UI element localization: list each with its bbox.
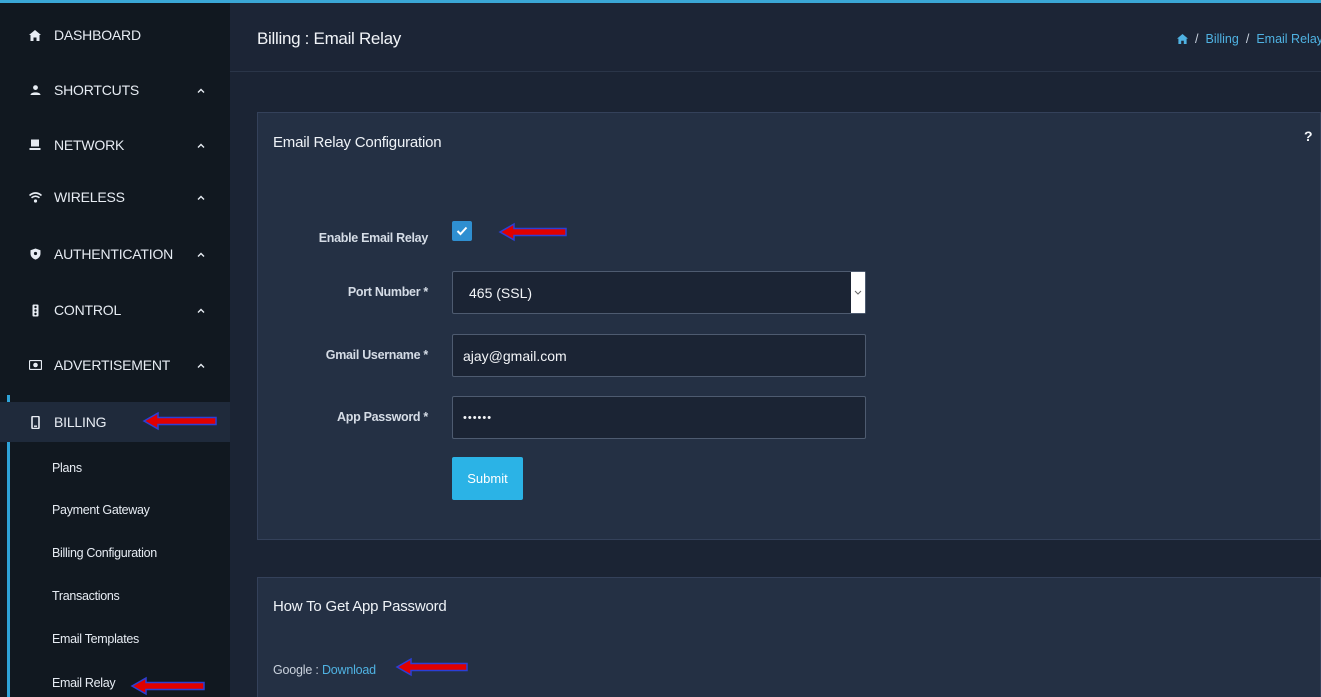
checkmark-icon [456, 226, 468, 236]
breadcrumb-billing[interactable]: Billing [1205, 32, 1238, 46]
camera-icon [28, 358, 42, 372]
chevron-down-icon [851, 272, 865, 313]
sidebar-item-label: NETWORK [54, 137, 125, 153]
red-arrow-annotation [130, 676, 205, 696]
sidebar-subitem-transactions[interactable]: Transactions [52, 586, 120, 606]
sidebar-item-label: CONTROL [54, 302, 122, 318]
mobile-icon [28, 415, 42, 429]
enable-email-relay-label: Enable Email Relay [318, 231, 429, 245]
red-arrow-annotation [498, 222, 567, 242]
traffic-light-icon [28, 303, 42, 317]
chevron-up-icon [196, 85, 206, 95]
google-download-line: Google : Download [273, 663, 376, 677]
sidebar-item-shortcuts[interactable]: SHORTCUTS [0, 70, 230, 110]
sidebar-item-wireless[interactable]: WIRELESS [0, 177, 230, 217]
chevron-up-icon [196, 360, 206, 370]
red-arrow-annotation [395, 657, 468, 677]
port-number-value: 465 (SSL) [469, 284, 533, 301]
app-password-help-panel: How To Get App Password Google : Downloa… [257, 577, 1321, 697]
email-relay-config-panel: Email Relay Configuration ? Enable Email… [257, 112, 1321, 540]
sidebar-subitem-plans[interactable]: Plans [52, 458, 82, 478]
panel-title: How To Get App Password [273, 598, 447, 615]
chevron-up-icon [196, 192, 206, 202]
sidebar-item-network[interactable]: NETWORK [0, 125, 230, 165]
chevron-up-icon [196, 249, 206, 259]
page-title: Billing : Email Relay [257, 29, 401, 48]
sidebar-item-label: WIRELESS [54, 189, 125, 205]
breadcrumb-separator: / [1245, 32, 1250, 46]
breadcrumb-email-relay[interactable]: Email Relay [1256, 32, 1321, 46]
help-icon[interactable]: ? [1304, 128, 1313, 144]
gmail-username-input[interactable] [452, 334, 866, 377]
sidebar-item-label: AUTHENTICATION [54, 246, 174, 262]
download-link[interactable]: Download [322, 663, 376, 677]
sidebar-subitem-email-templates[interactable]: Email Templates [52, 629, 139, 649]
monitor-icon [28, 138, 42, 152]
sidebar-item-advertisement[interactable]: ADVERTISEMENT [0, 345, 230, 385]
sidebar-item-label: SHORTCUTS [54, 82, 140, 98]
chevron-up-icon [196, 140, 206, 150]
sidebar-item-label: DASHBOARD [54, 27, 141, 43]
sidebar: DASHBOARD SHORTCUTS NETWORK WIRELESS AUT… [0, 3, 230, 697]
home-icon [28, 28, 42, 42]
app-password-label: App Password * [337, 410, 428, 424]
sidebar-item-dashboard[interactable]: DASHBOARD [0, 15, 230, 55]
port-number-label: Port Number * [347, 285, 428, 299]
user-icon [28, 83, 42, 97]
app-password-input[interactable] [452, 396, 866, 439]
sidebar-item-label: BILLING [54, 414, 107, 430]
chevron-up-icon [196, 305, 206, 315]
breadcrumb: / Billing / Email Relay [1177, 32, 1321, 46]
panel-title: Email Relay Configuration [273, 134, 442, 151]
gmail-username-label: Gmail Username * [325, 348, 429, 362]
sidebar-item-authentication[interactable]: AUTHENTICATION [0, 234, 230, 274]
wifi-icon [28, 190, 42, 204]
page-header: Billing : Email Relay / Billing / Email … [230, 3, 1321, 72]
home-icon[interactable] [1177, 34, 1188, 44]
google-label: Google : [273, 663, 322, 677]
shield-icon [28, 247, 42, 261]
port-number-select[interactable]: 465 (SSL) [452, 271, 866, 314]
breadcrumb-separator: / [1195, 32, 1199, 46]
enable-email-relay-checkbox[interactable] [452, 221, 472, 241]
submit-button[interactable]: Submit [452, 457, 523, 500]
red-arrow-annotation [142, 411, 217, 431]
sidebar-subitem-email-relay[interactable]: Email Relay [52, 673, 116, 693]
sidebar-subitem-billing-configuration[interactable]: Billing Configuration [52, 543, 157, 563]
sidebar-item-label: ADVERTISEMENT [54, 357, 171, 373]
sidebar-item-control[interactable]: CONTROL [0, 290, 230, 330]
sidebar-subitem-payment-gateway[interactable]: Payment Gateway [52, 500, 150, 520]
